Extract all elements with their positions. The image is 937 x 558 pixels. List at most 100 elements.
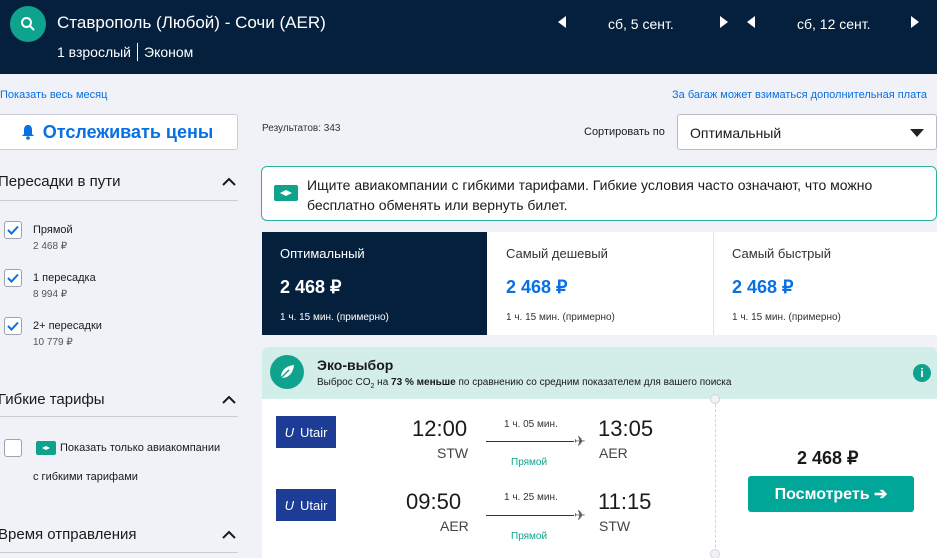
chevron-up-icon[interactable]: [222, 530, 236, 540]
checkmark-icon: [7, 225, 19, 235]
eco-title: Эко-выбор: [317, 357, 394, 373]
view-deal-button[interactable]: Посмотреть ➔: [748, 476, 914, 512]
bell-icon: [21, 125, 34, 140]
banner-text: Ищите авиакомпании с гибкими тарифами. Г…: [307, 177, 873, 213]
sort-label: Сортировать по: [584, 126, 665, 138]
ticket-notch: [710, 394, 720, 404]
track-prices-label: Отслеживать цены: [42, 121, 214, 142]
return-date[interactable]: сб, 12 сент.: [797, 16, 871, 32]
airline-logo: U Utair: [276, 489, 336, 521]
info-icon[interactable]: i: [913, 364, 931, 382]
airline-name: Utair: [299, 424, 328, 440]
eco-text: Выброс CO2 на 73 % меньше по сравнению с…: [317, 377, 731, 390]
stops-filter-title[interactable]: Пересадки в пути: [0, 173, 121, 190]
divider: [137, 43, 138, 61]
eco-text-mid: на: [374, 377, 392, 388]
airline-logo: U Utair: [276, 416, 336, 448]
departure-airport: STW: [437, 445, 469, 461]
checkmark-icon: [7, 273, 19, 283]
passengers-label: 1 взрослый: [57, 44, 131, 60]
route-line: [486, 515, 574, 516]
stops-label: Прямой: [511, 457, 548, 468]
baggage-note-link[interactable]: За багаж может взиматься дополнительная …: [672, 89, 937, 101]
prev-depart-date-icon[interactable]: [556, 14, 568, 30]
tab-duration: 1 ч. 15 мин. (примерно): [280, 312, 389, 323]
chevron-up-icon[interactable]: [222, 177, 236, 187]
tab-price: 2 468 ₽: [506, 277, 568, 297]
checkmark-icon: [7, 321, 19, 331]
airline-name: Utair: [299, 497, 328, 513]
divider: [0, 552, 238, 553]
flexible-fares-banner: Ищите авиакомпании с гибкими тарифами. Г…: [261, 166, 937, 221]
flight-duration: 1 ч. 25 мин.: [504, 492, 558, 503]
tab-cheapest[interactable]: Самый дешевый 2 468 ₽ 1 ч. 15 мин. (прим…: [488, 232, 713, 335]
cabin-label: Эконом: [144, 44, 194, 60]
tab-name: Оптимальный: [280, 246, 365, 261]
chevron-up-icon[interactable]: [222, 395, 236, 405]
arrival-airport: AER: [599, 445, 628, 461]
sort-select[interactable]: Оптимальный: [677, 114, 937, 150]
flexible-ticket-icon: [274, 185, 298, 201]
depart-date[interactable]: сб, 5 сент.: [608, 16, 674, 32]
show-month-link[interactable]: Показать весь месяц: [0, 89, 107, 101]
arrival-airport: STW: [599, 518, 631, 534]
flex-filter-title[interactable]: Гибкие тарифы: [0, 391, 105, 408]
stops-option-label: 2+ пересадки: [33, 320, 102, 332]
route-title[interactable]: Ставрополь (Любой) - Сочи (AER): [57, 13, 326, 33]
flex-option-label-cont: с гибкими тарифами: [33, 471, 138, 483]
departure-time: 12:00: [412, 416, 468, 441]
eco-text-pre: Выброс CO: [317, 377, 371, 388]
divider: [0, 200, 238, 201]
flight-result-card[interactable]: U Utair 12:00 STW 1 ч. 05 мин. ✈ Прямой 1…: [262, 394, 937, 558]
eco-text-post: по сравнению со средним показателем для …: [455, 377, 732, 388]
tab-fastest[interactable]: Самый быстрый 2 468 ₽ 1 ч. 15 мин. (прим…: [714, 232, 937, 335]
stops-direct-checkbox[interactable]: [4, 221, 22, 239]
stops-option-price: 8 994 ₽: [33, 289, 68, 300]
divider: [715, 399, 716, 558]
flexible-ticket-icon: [36, 441, 56, 455]
ticket-price: 2 468 ₽: [797, 448, 859, 468]
stops-option-label: Прямой: [33, 224, 73, 236]
leaf-icon: [270, 355, 304, 389]
caret-down-icon: [910, 129, 924, 137]
eco-text-bold: 73 % меньше: [391, 377, 456, 388]
arrival-time: 13:05: [598, 416, 654, 441]
search-icon: [21, 17, 35, 31]
route-line: [486, 441, 574, 442]
tab-duration: 1 ч. 15 мин. (примерно): [732, 312, 841, 323]
flight-duration: 1 ч. 05 мин.: [504, 419, 558, 430]
next-return-date-icon[interactable]: [909, 14, 921, 30]
search-header: Ставрополь (Любой) - Сочи (AER) 1 взросл…: [0, 0, 937, 74]
stops-label: Прямой: [511, 531, 548, 542]
utair-icon: U: [284, 424, 294, 440]
stops-two-plus-checkbox[interactable]: [4, 317, 22, 335]
departure-time: 09:50: [406, 489, 462, 514]
prev-return-date-icon[interactable]: [745, 14, 757, 30]
departure-filter-title[interactable]: Время отправления: [0, 526, 137, 543]
stops-one-checkbox[interactable]: [4, 269, 22, 287]
stops-option-price: 2 468 ₽: [33, 241, 68, 252]
stops-option-label: 1 пересадка: [33, 272, 96, 284]
tab-duration: 1 ч. 15 мин. (примерно): [506, 312, 615, 323]
divider: [0, 416, 238, 417]
search-button[interactable]: [10, 6, 46, 42]
passenger-summary[interactable]: 1 взрослый Эконом: [57, 43, 193, 61]
arrival-time: 11:15: [598, 489, 652, 514]
tab-name: Самый быстрый: [732, 246, 831, 261]
flex-option-label: Показать только авиакомпании: [60, 442, 221, 454]
tab-optimal[interactable]: Оптимальный 2 468 ₽ 1 ч. 15 мин. (пример…: [262, 232, 487, 335]
results-count: Результатов: 343: [262, 123, 341, 134]
departure-airport: AER: [440, 518, 469, 534]
tab-price: 2 468 ₽: [732, 277, 794, 297]
plane-icon: ✈: [574, 433, 586, 449]
track-prices-button[interactable]: Отслеживать цены: [0, 114, 238, 150]
ticket-notch: [710, 549, 720, 558]
stops-option-price: 10 779 ₽: [33, 337, 73, 348]
eco-choice-banner: Эко-выбор Выброс CO2 на 73 % меньше по с…: [262, 347, 937, 399]
plane-icon: ✈: [574, 507, 586, 523]
flex-only-checkbox[interactable]: [4, 439, 22, 457]
tab-name: Самый дешевый: [506, 246, 608, 261]
next-depart-date-icon[interactable]: [718, 14, 730, 30]
tab-price: 2 468 ₽: [280, 277, 342, 297]
sort-value: Оптимальный: [690, 125, 782, 141]
